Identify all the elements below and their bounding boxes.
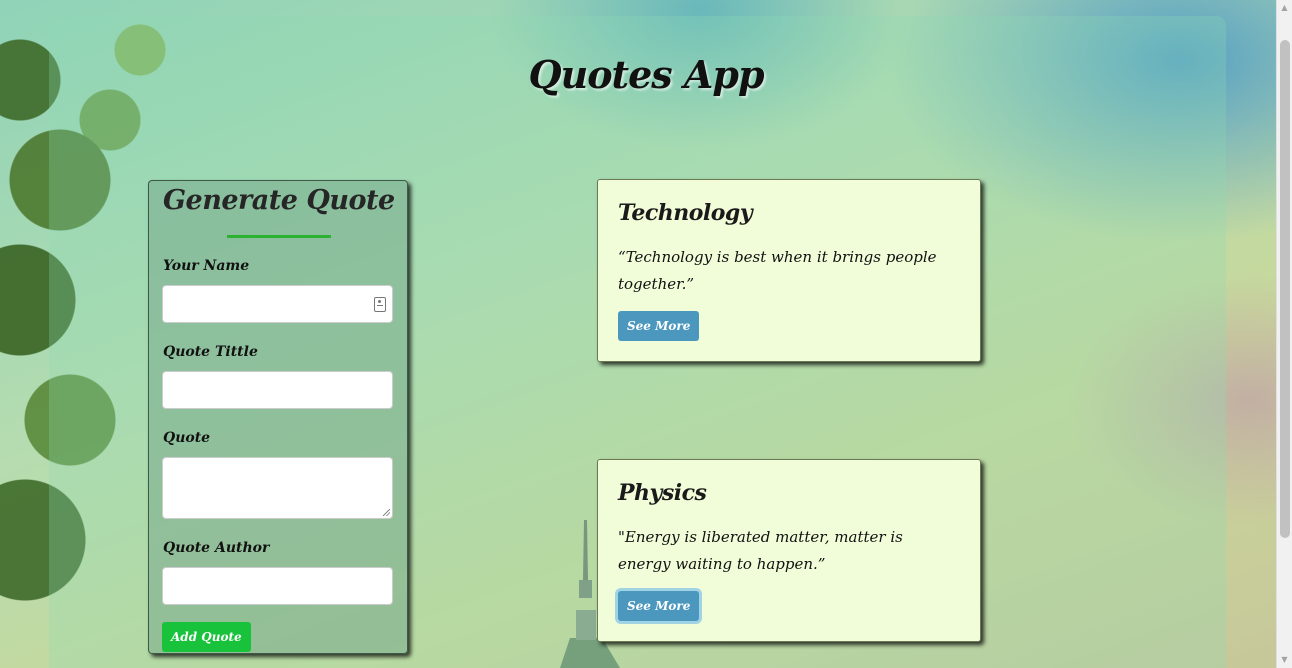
add-quote-button[interactable]: Add Quote [162,622,251,652]
card-title: Technology [618,200,753,226]
quote-card-physics: Physics "Energy is liberated matter, mat… [597,459,981,642]
your-name-label: Your Name [163,258,250,274]
see-more-button[interactable]: See More [618,311,700,341]
your-name-input[interactable] [162,285,393,323]
card-title: Physics [618,480,707,506]
contact-card-icon[interactable] [374,297,386,312]
scroll-thumb[interactable] [1280,40,1290,538]
quote-title-label: Quote Tittle [163,344,258,360]
quote-textarea[interactable] [162,457,393,519]
see-more-button[interactable]: See More [618,591,700,621]
form-heading: Generate Quote [163,185,395,216]
vertical-scrollbar[interactable]: ▲ ▼ [1276,0,1292,668]
quote-card-technology: Technology “Technology is best when it b… [597,179,981,362]
generate-quote-form: Generate Quote Your Name Quote Tittle Qu… [148,180,408,654]
heading-underline [227,235,331,238]
quote-title-input[interactable] [162,371,393,409]
resize-grip-icon[interactable] [383,509,390,516]
card-quote: "Energy is liberated matter, matter is e… [618,528,903,573]
quote-label: Quote [163,430,211,446]
scroll-up-arrow-icon[interactable]: ▲ [1277,0,1292,16]
quote-author-label: Quote Author [163,540,270,556]
card-quote: “Technology is best when it brings peopl… [618,248,937,293]
page-title: Quotes App [528,52,764,97]
quote-author-input[interactable] [162,567,393,605]
scroll-down-arrow-icon[interactable]: ▼ [1277,652,1292,668]
